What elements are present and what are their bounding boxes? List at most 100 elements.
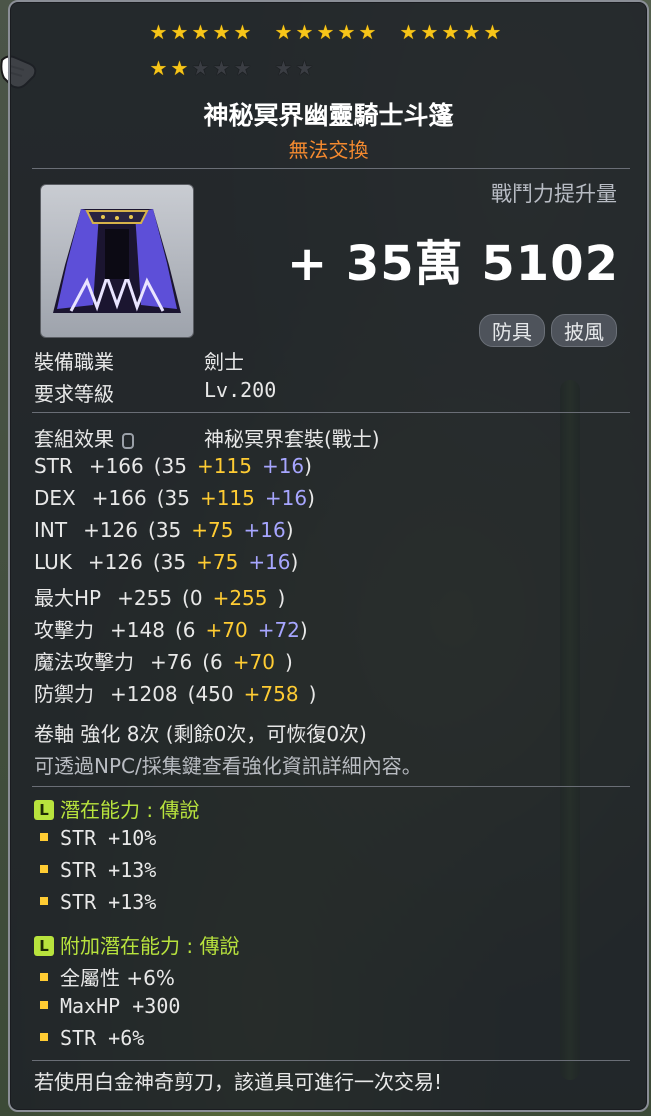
star-filled-icon: ★ [212,20,231,44]
star-empty-icon: ★ [295,56,314,80]
divider [32,412,630,413]
scroll-line: 卷軸 強化 8次 (剩餘0次，可恢復0次) [34,722,367,746]
potential-line: STR +13% [40,890,156,914]
stat-row: 魔法攻擊力 +76 (6 +70) [34,646,293,675]
stat-name: 攻擊力 [34,618,94,642]
potential-header: L 潛在能力 : 傳說 [34,794,199,823]
stat-close: ) [285,518,294,542]
stat-bonus-yellow: +115 [197,454,252,478]
star-filled-icon: ★ [337,20,356,44]
star-group: ★ ★ [273,58,315,79]
item-tooltip: ★ ★ ★ ★ ★ ★ ★ ★ ★ ★ ★ ★ ★ ★ ★ ★ ★ ★ ★ ★ ★ ★ 神秘冥界幽靈騎士斗篷 無法交換 戰… [8,0,649,1112]
stat-name: 防禦力 [34,682,94,706]
trade-status: 無法交換 [288,138,369,162]
tag-armor: 防具 [479,314,545,347]
stat-total: +166 [88,454,144,478]
star-row: ★ ★ ★ ★ ★ ★ ★ ★ ★ ★ ★ ★ ★ ★ ★ [148,22,523,43]
star-filled-icon: ★ [441,20,460,44]
req-level-row: 要求等級 Lv.200 [34,378,276,407]
stat-base: (35 [152,550,187,574]
star-group: ★ ★ ★ ★ ★ [398,22,503,43]
potential-line: STR +13% [40,858,156,882]
stat-total: +76 [150,650,193,674]
req-job-row: 裝備職業 劍士 [34,346,244,375]
stat-base: (0 [182,586,203,610]
divider [32,786,630,787]
star-filled-icon: ★ [358,20,377,44]
star-filled-icon: ★ [462,20,481,44]
stat-total: +126 [87,550,143,574]
stat-base: (6 [202,650,223,674]
stat-total: +255 [117,586,173,610]
req-job-value: 劍士 [204,350,244,374]
stat-row: INT +126 (35 +75 +16) [34,518,294,542]
legend-grade-icon: L [34,936,54,956]
stat-close: ) [307,486,315,510]
stat-bonus-yellow: +70 [232,650,275,674]
stat-close: ) [308,682,317,706]
lock-icon [122,432,134,449]
star-group: ★ ★ ★ ★ ★ [273,22,378,43]
star-empty-icon: ★ [191,56,210,80]
tag-cape: 披風 [551,314,617,347]
stat-close: ) [299,618,308,642]
stat-base: (35 [156,486,190,510]
star-filled-icon: ★ [149,20,168,44]
star-row: ★ ★ ★ ★ ★ ★ ★ [148,58,335,79]
set-effect-value: 神秘冥界套裝(戰士) [204,427,380,451]
stat-bonus-blue: +16 [264,486,308,510]
bullet-icon [40,973,48,981]
stat-bonus-yellow: +70 [205,618,248,642]
stat-row: 攻擊力 +148 (6 +70 +72) [34,614,308,643]
item-tags: 防具 披風 [479,314,617,347]
scroll-hint: 可透過NPC/採集鍵查看強化資訊詳細內容。 [34,754,422,778]
stat-name: 魔法攻擊力 [34,650,134,674]
star-group: ★ ★ ★ ★ ★ [148,58,253,79]
stat-row: LUK +126 (35 +75 +16) [34,550,298,574]
stat-base: (35 [153,454,188,478]
stat-total: +126 [83,518,139,542]
stat-name: DEX [34,486,76,510]
star-filled-icon: ★ [170,56,189,80]
star-filled-icon: ★ [295,20,314,44]
stat-bonus-blue: +16 [261,454,305,478]
stat-bonus-yellow: +75 [196,550,239,574]
cape-icon [53,209,181,313]
stat-row: 最大HP +255 (0 +255) [34,582,285,611]
stat-row: STR +166 (35 +115 +16) [34,454,312,478]
star-filled-icon: ★ [149,56,168,80]
stat-total: +148 [110,618,165,642]
potential-line: STR +10% [40,826,156,850]
stat-total: +166 [91,486,147,510]
stat-row: 防禦力 +1208 (450 +758) [34,678,316,707]
stat-base: (450 [187,682,234,706]
stat-base: (6 [174,618,196,642]
potential-title: 潛在能力 : 傳說 [60,798,200,822]
req-job-label: 裝備職業 [34,350,114,374]
item-name: 神秘冥界幽靈騎士斗篷 [203,101,454,130]
stat-total: +1208 [110,682,178,706]
star-filled-icon: ★ [420,20,439,44]
trade-footer: 若使用白金神奇剪刀，該道具可進行一次交易! [34,1070,443,1094]
star-filled-icon: ★ [316,20,335,44]
star-empty-icon: ★ [274,56,293,80]
star-empty-icon: ★ [212,56,231,80]
star-filled-icon: ★ [274,20,293,44]
power-value: + 35萬 5102 [286,236,619,292]
stat-bonus-yellow: +758 [243,682,299,706]
star-filled-icon: ★ [170,20,189,44]
stat-bonus-yellow: +75 [191,518,234,542]
stat-close: ) [284,650,293,674]
req-level-label: 要求等級 [34,382,114,406]
bullet-icon [40,1001,48,1009]
stat-bonus-blue: +16 [243,518,286,542]
stat-bonus-yellow: +115 [199,486,255,510]
set-effect-row: 套組效果 神秘冥界套裝(戰士) [34,423,380,452]
stat-name: STR [34,454,73,478]
bonus-potential-line: 全屬性 +6% [40,962,175,991]
star-filled-icon: ★ [399,20,418,44]
star-filled-icon: ★ [191,20,210,44]
divider [32,168,630,169]
bullet-icon [40,833,48,841]
divider [32,1060,630,1061]
